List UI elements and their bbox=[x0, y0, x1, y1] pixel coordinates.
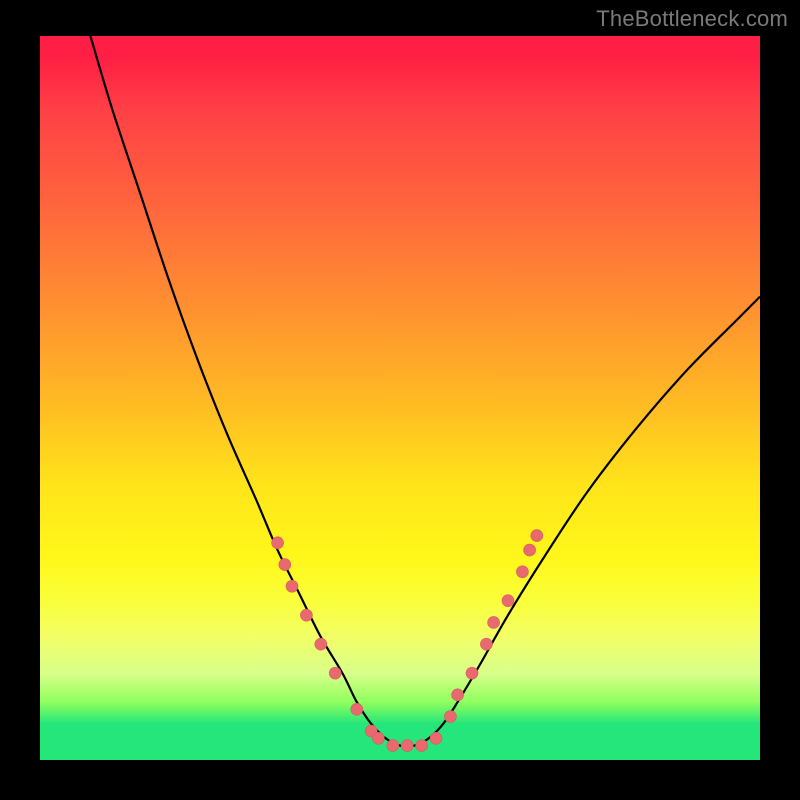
highlight-point bbox=[480, 638, 492, 650]
highlight-point bbox=[329, 667, 341, 679]
highlight-point bbox=[279, 559, 291, 571]
highlight-point bbox=[416, 740, 428, 752]
highlight-point bbox=[488, 616, 500, 628]
highlight-point bbox=[524, 544, 536, 556]
bottleneck-curve bbox=[90, 36, 760, 746]
highlight-point bbox=[286, 580, 298, 592]
watermark-text: TheBottleneck.com bbox=[596, 6, 788, 32]
highlight-points bbox=[272, 530, 543, 752]
highlight-point bbox=[351, 703, 363, 715]
highlight-point bbox=[452, 689, 464, 701]
highlight-point bbox=[531, 530, 543, 542]
highlight-point bbox=[444, 711, 456, 723]
highlight-point bbox=[387, 740, 399, 752]
highlight-point bbox=[466, 667, 478, 679]
highlight-point bbox=[516, 566, 528, 578]
highlight-point bbox=[272, 537, 284, 549]
plot-area bbox=[40, 36, 760, 760]
bottleneck-curve-svg bbox=[40, 36, 760, 760]
highlight-point bbox=[300, 609, 312, 621]
highlight-point bbox=[315, 638, 327, 650]
highlight-point bbox=[430, 732, 442, 744]
highlight-point bbox=[401, 740, 413, 752]
highlight-point bbox=[372, 732, 384, 744]
highlight-point bbox=[502, 595, 514, 607]
chart-frame: TheBottleneck.com bbox=[0, 0, 800, 800]
